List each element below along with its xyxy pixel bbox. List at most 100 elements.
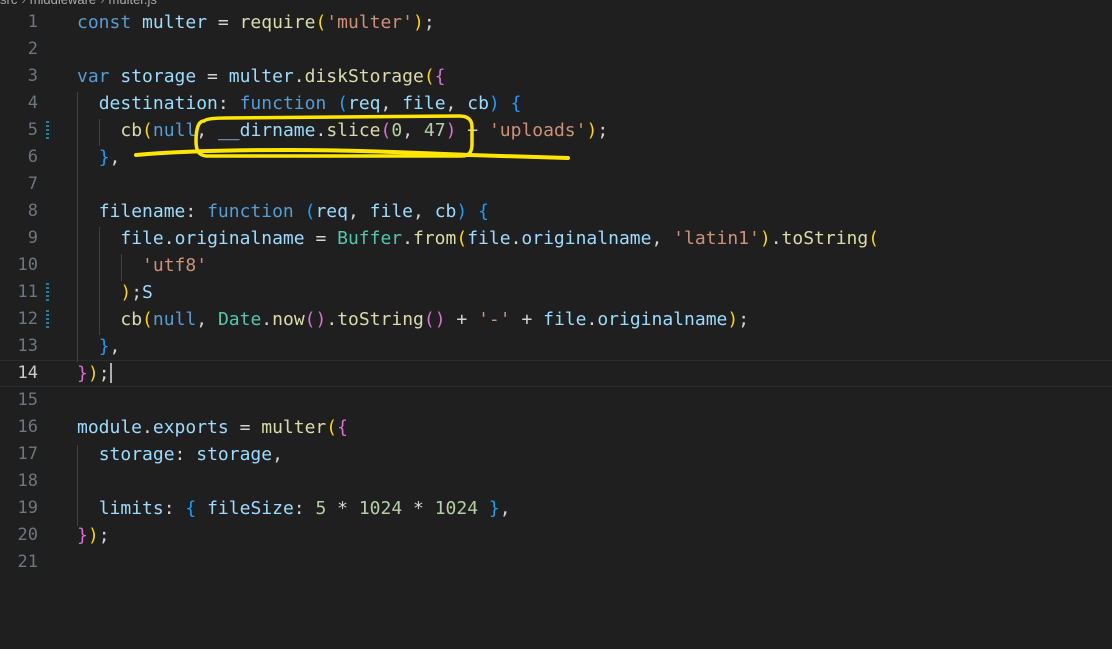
code-token: ) [727,309,739,330]
code-token: , [413,201,435,222]
code-token: ; [738,309,750,330]
code-token: ) [586,120,598,141]
code-token: ; [597,120,609,141]
code-text[interactable]: destination: function (req, file, cb) { [77,90,522,117]
code-token: , [380,93,403,114]
code-line[interactable]: 21 [0,549,1112,576]
line-number: 9 [27,228,38,248]
code-text[interactable]: storage: storage, [77,441,283,468]
code-token: 0 [391,120,403,141]
code-token: Buffer [337,228,403,249]
code-token: ) [87,363,99,384]
code-token: + [510,309,544,330]
code-line[interactable]: 19 limits: { fileSize: 5 * 1024 * 1024 }… [0,495,1112,522]
line-number: 2 [27,39,38,59]
code-line[interactable]: 17 storage: storage, [0,441,1112,468]
modified-line-marker[interactable] [46,310,49,329]
code-text[interactable]: }); [77,360,112,387]
code-token: : [163,498,186,519]
code-token: from [413,228,457,249]
code-token: function [239,93,327,114]
code-text[interactable]: cb(null, __dirname.slice(0, 47) + 'uploa… [77,117,608,144]
code-text[interactable]: file.originalname = Buffer.from(file.ori… [77,225,879,252]
code-line[interactable]: 16 module.exports = multer({ [0,414,1112,441]
code-line[interactable]: 13 }, [0,333,1112,360]
code-text[interactable]: const multer = require('multer'); [77,9,435,36]
line-number: 21 [17,552,38,572]
code-token: , [445,93,468,114]
code-token: file [467,228,511,249]
modified-line-marker[interactable] [46,283,49,302]
line-number: 3 [27,66,38,86]
code-token: ( [868,228,880,249]
code-line[interactable]: 5 cb(null, __dirname.slice(0, 47) + 'upl… [0,117,1112,144]
code-token: , [109,336,121,357]
code-token: storage [196,444,273,465]
code-token: . [142,417,153,438]
breadcrumb-item[interactable]: middleware [30,0,96,7]
code-token: . [510,228,522,249]
line-number: 13 [17,336,38,356]
code-text[interactable]: }); [77,522,110,549]
code-token: { [510,93,522,114]
code-token: ( [142,309,153,330]
code-token: } [98,147,110,168]
code-token: ) [120,282,132,303]
code-line[interactable]: 18 [0,468,1112,495]
code-line[interactable]: 9 file.originalname = Buffer.from(file.o… [0,225,1112,252]
code-token: null [152,120,197,141]
line-number: 8 [27,201,38,221]
code-token: , [499,498,511,519]
code-line[interactable]: 2 [0,36,1112,63]
code-text[interactable]: module.exports = multer({ [77,414,348,441]
code-text[interactable]: var storage = multer.diskStorage({ [77,63,446,90]
code-editor[interactable]: src › middleware › multer.js 1 const multer =… [0,0,1112,649]
code-token: + [445,309,479,330]
code-line[interactable]: 10 'utf8' [0,252,1112,279]
indent-guide [99,227,100,335]
code-text[interactable]: }, [77,144,121,171]
code-token: exports [152,417,229,438]
code-line[interactable]: 7 [0,171,1112,198]
code-line[interactable]: 20}); [0,522,1112,549]
code-token: now [272,309,305,330]
code-token: cb [120,309,143,330]
code-text[interactable]: filename: function (req, file, cb) { [77,198,489,225]
code-text[interactable]: limits: { fileSize: 5 * 1024 * 1024 }, [77,495,511,522]
line-number: 18 [17,471,38,491]
line-number: 10 [17,255,38,275]
code-token: originalname [521,228,652,249]
code-token: multer [261,417,327,438]
code-text[interactable]: 'utf8' [77,252,207,279]
code-token: ; [423,12,435,33]
line-number: 4 [27,93,38,113]
breadcrumb-item[interactable]: multer.js [109,0,157,7]
breadcrumb-item[interactable]: src [0,0,17,7]
breadcrumb[interactable]: src › middleware › multer.js [0,0,161,9]
code-token: ( [142,120,153,141]
code-line[interactable]: 1 const multer = require('multer'); [0,9,1112,36]
code-text[interactable]: );S [77,279,153,306]
code-token: toString [781,228,869,249]
code-token: : [174,444,197,465]
code-line[interactable]: 8 filename: function (req, file, cb) { [0,198,1112,225]
line-number: 16 [17,417,38,437]
line-number: 17 [17,444,38,464]
code-line[interactable]: 14}); [0,360,1112,387]
code-token: . [326,309,338,330]
code-line[interactable]: 15 [0,387,1112,414]
code-line[interactable]: 6 }, [0,144,1112,171]
code-line[interactable]: 12 cb(null, Date.now().toString() + '-' … [0,306,1112,333]
modified-line-marker[interactable] [46,121,49,140]
code-token: ( [337,93,348,114]
code-line[interactable]: 4 destination: function (req, file, cb) … [0,90,1112,117]
code-line[interactable]: 11 );S [0,279,1112,306]
code-text[interactable]: }, [77,333,121,360]
code-text[interactable]: cb(null, Date.now().toString() + '-' + f… [77,306,749,333]
code-line[interactable]: 3 var storage = multer.diskStorage({ [0,63,1112,90]
code-token: , [109,147,121,168]
